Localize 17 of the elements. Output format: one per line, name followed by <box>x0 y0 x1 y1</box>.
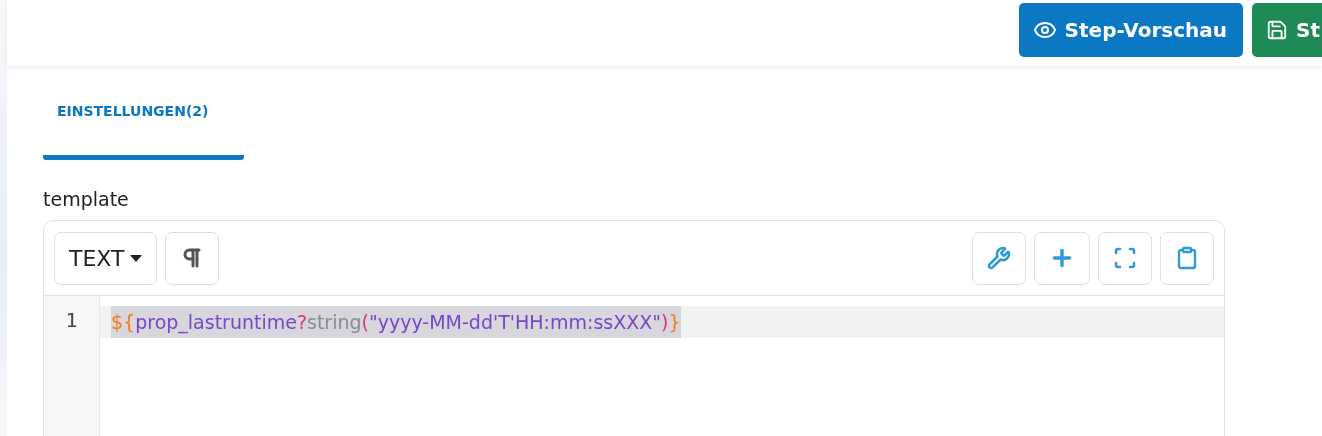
wrench-button[interactable] <box>972 231 1026 285</box>
mode-dropdown[interactable]: TEXT <box>54 231 158 285</box>
clipboard-button[interactable] <box>1160 231 1214 285</box>
pilcrow-button[interactable] <box>165 231 220 285</box>
field-label: template <box>43 188 130 210</box>
save-button[interactable]: St <box>1252 3 1322 57</box>
fullscreen-icon <box>1113 246 1137 270</box>
line-number: 1 <box>64 308 79 334</box>
code-editor[interactable]: TEXT 1 ${prop_lastruntime?string("yyyy-MM-dd'T'HH:mm:ssXXX")} <box>43 220 1225 436</box>
caret-icon <box>130 254 143 262</box>
fullscreen-button[interactable] <box>1098 231 1152 285</box>
tab[interactable]: EINSTELLUNGEN(2) <box>43 90 244 160</box>
clipboard-icon <box>1175 246 1199 270</box>
add-button[interactable] <box>1034 231 1090 285</box>
save-icon <box>1266 19 1289 41</box>
wrench-icon <box>987 246 1011 270</box>
preview-button[interactable]: Step-Vorschau <box>1018 3 1244 57</box>
